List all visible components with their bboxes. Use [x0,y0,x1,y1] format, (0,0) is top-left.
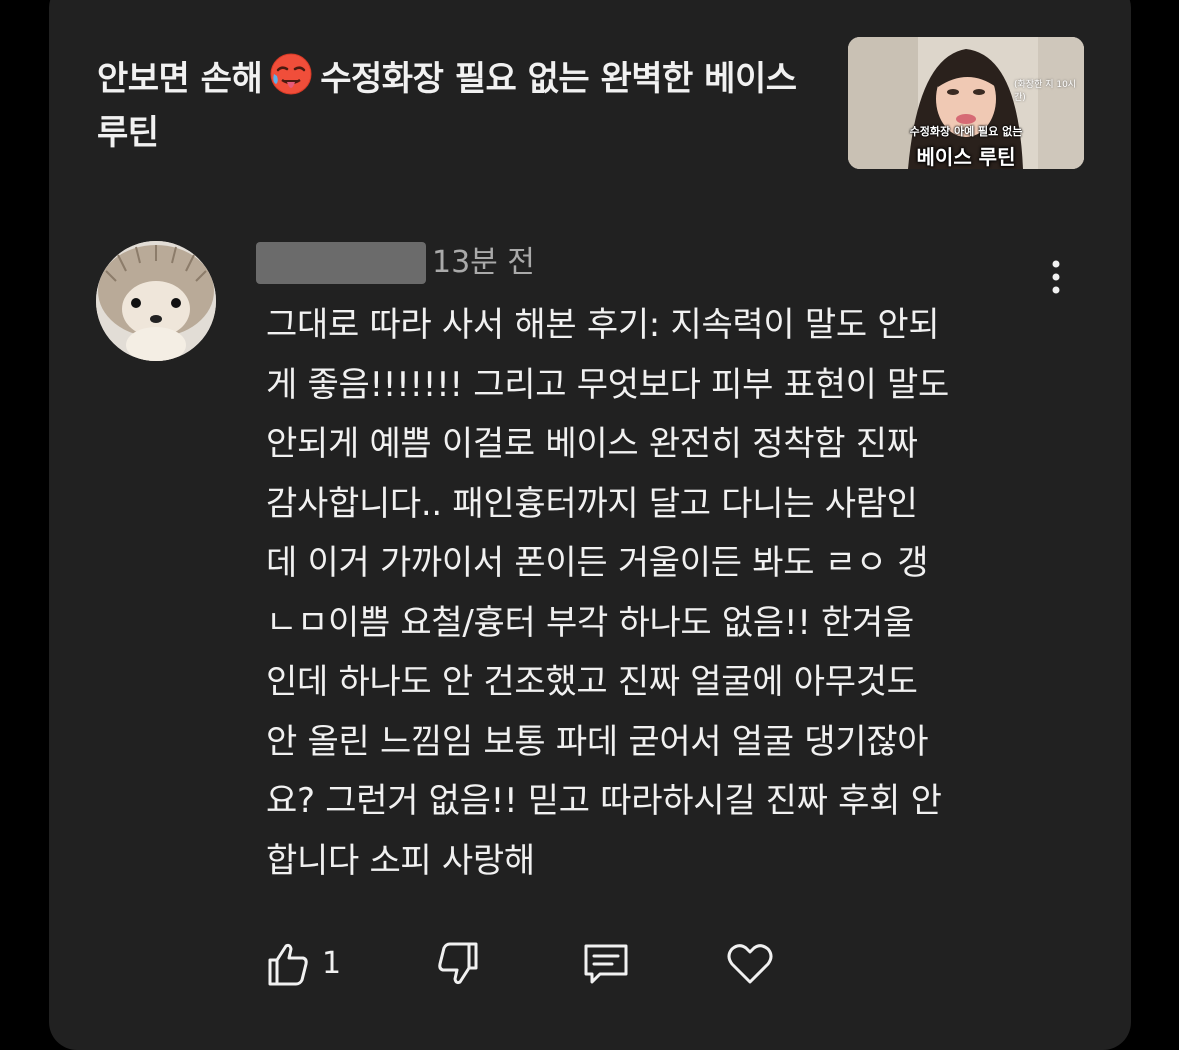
thumbs-down-icon[interactable] [432,938,484,990]
like-count: 1 [322,946,342,981]
video-title[interactable]: 안보면 손해 수정화장 필요 없는 완벽한 베이스 루틴 [97,52,817,160]
comment-text: 그대로 따라 사서 해본 후기: 지속력이 말도 안되 게 좋음!!!!!!! … [266,305,950,881]
more-vert-icon[interactable] [1036,256,1076,296]
avatar[interactable] [96,241,216,361]
thumbnail-small-caption: 수정화장 아예 필요 없는 [909,125,1023,138]
author-name-redacted[interactable] [256,242,426,284]
video-thumbnail[interactable]: (화장한 지 10시간) 수정화장 아예 필요 없는 베이스 루틴 [848,37,1084,169]
reply-comment-icon[interactable] [580,938,632,990]
thumbnail-side-caption: (화장한 지 10시간) [1014,80,1077,103]
hot-face-emoji-icon [270,53,312,95]
thumbnail-big-caption: 베이스 루틴 [916,145,1016,169]
thumbs-up-icon[interactable] [262,938,314,990]
video-title-part1: 안보면 손해 [97,59,263,99]
comment-timestamp[interactable]: 13분 전 [432,242,535,284]
hedgehog-avatar-icon [96,241,216,361]
heart-icon[interactable] [724,938,776,990]
